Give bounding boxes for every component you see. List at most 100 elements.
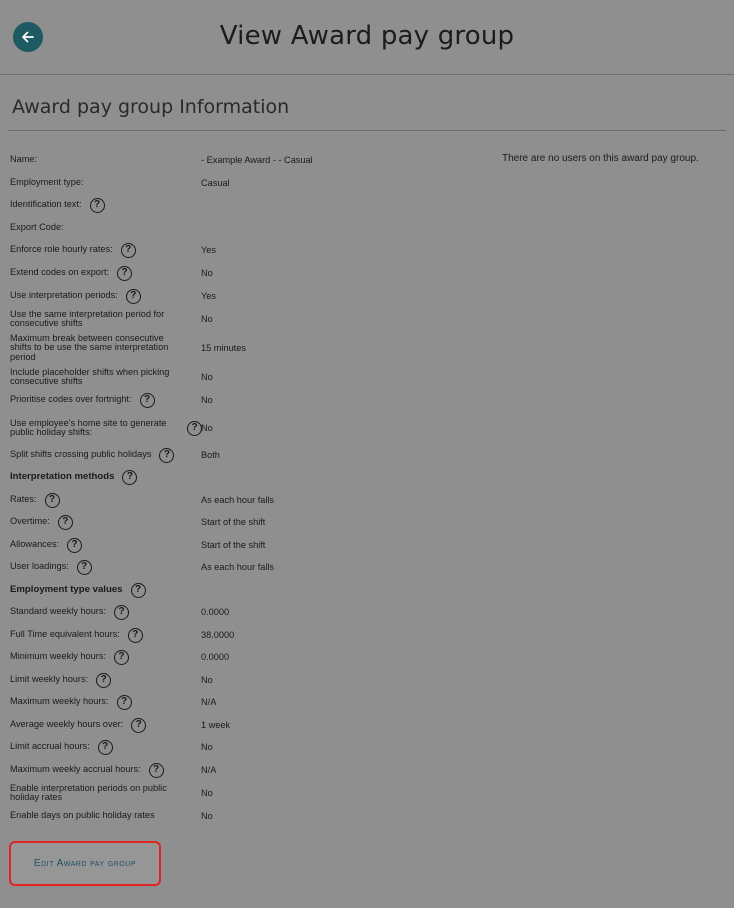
question-circle-icon[interactable]: ? [131, 717, 147, 733]
detail-row: Allowances:? Start of the shift [10, 536, 490, 554]
detail-label-cell: User loadings:? [10, 559, 202, 575]
page-title: View Award pay group [219, 21, 515, 51]
detail-row: Identification text:? [10, 196, 490, 214]
edit-award-pay-group-button[interactable]: Edit Award pay group [9, 841, 161, 886]
detail-label: Maximum break between consecutive shifts… [10, 332, 169, 362]
question-circle-icon[interactable]: ? [96, 672, 112, 688]
detail-value: Both [201, 450, 220, 460]
question-circle-icon[interactable]: ? [122, 469, 138, 485]
detail-row: Export Code: [10, 219, 490, 237]
question-circle-icon[interactable]: ? [159, 447, 175, 463]
detail-row: Enable interpretation periods on public … [10, 782, 490, 803]
detail-row: Include placeholder shifts when picking … [10, 366, 490, 387]
detail-value: - Example Award - - Casual [201, 155, 313, 165]
question-circle-icon[interactable]: ? [187, 420, 202, 436]
detail-label-cell: Use employee's home site to generate pub… [10, 417, 202, 438]
question-circle-icon[interactable]: ? [113, 649, 129, 665]
detail-row: Maximum weekly accrual hours:? N/A [10, 761, 490, 779]
detail-label: Overtime: [10, 516, 50, 527]
detail-label: Enforce role hourly rates: [10, 244, 113, 255]
question-circle-icon[interactable]: ? [120, 242, 136, 258]
question-circle-icon[interactable]: ? [67, 537, 83, 553]
question-circle-icon[interactable]: ? [57, 514, 73, 530]
detail-label-cell: Identification text:? [10, 197, 202, 213]
detail-value: N/A [201, 697, 217, 707]
detail-label: User loadings: [10, 561, 69, 572]
question-circle-icon[interactable]: ? [97, 739, 113, 755]
detail-value: No [201, 372, 213, 382]
detail-label: Include placeholder shifts when picking … [10, 366, 170, 386]
detail-label: Split shifts crossing public holidays [10, 449, 152, 460]
detail-row: Enable days on public holiday rates No [10, 807, 490, 825]
detail-label-cell: Limit weekly hours:? [10, 672, 202, 688]
detail-label-cell: Maximum weekly hours:? [10, 694, 202, 710]
detail-value: 1 week [201, 720, 231, 730]
detail-value: No [201, 423, 213, 433]
detail-label-cell: Enable interpretation periods on public … [10, 782, 202, 803]
detail-label: Use the same interpretation period for c… [10, 308, 165, 328]
detail-label-cell: Use the same interpretation period for c… [10, 308, 202, 329]
detail-label: Name: [10, 154, 38, 165]
detail-label-cell: Enforce role hourly rates:? [10, 242, 202, 258]
detail-row: Employment type values? [10, 581, 490, 599]
detail-row: Rates:? As each hour falls [10, 491, 490, 509]
question-circle-icon[interactable]: ? [130, 582, 146, 598]
question-circle-icon[interactable]: ? [117, 265, 133, 281]
detail-label-cell: Standard weekly hours:? [10, 604, 202, 620]
detail-value: No [201, 314, 213, 324]
detail-label: Full Time equivalent hours: [10, 629, 120, 640]
detail-row: Enforce role hourly rates:? Yes [10, 241, 490, 259]
detail-row: Extend codes on export:? No [10, 264, 490, 282]
detail-value: 38.0000 [201, 630, 235, 640]
section-divider [8, 130, 726, 131]
detail-label: Enable days on public holiday rates [10, 810, 155, 821]
detail-row: Split shifts crossing public holidays? Bo… [10, 446, 490, 464]
detail-row: Use interpretation periods:? Yes [10, 287, 490, 305]
detail-row: Use employee's home site to generate pub… [10, 417, 490, 438]
question-circle-icon[interactable]: ? [127, 627, 143, 643]
question-circle-icon[interactable]: ? [44, 492, 60, 508]
detail-label: Enable interpretation periods on public … [10, 782, 167, 802]
detail-label: Prioritise codes over fortnight: [10, 394, 132, 405]
question-circle-icon[interactable]: ? [116, 694, 132, 710]
question-circle-icon[interactable]: ? [89, 197, 105, 213]
question-circle-icon[interactable]: ? [125, 288, 141, 304]
detail-label-cell: Use interpretation periods:? [10, 288, 202, 304]
question-circle-icon[interactable]: ? [76, 559, 92, 575]
detail-label-cell: Prioritise codes over fortnight:? [10, 392, 202, 408]
detail-label-cell: Extend codes on export:? [10, 265, 202, 281]
detail-value: 15 minutes [201, 343, 246, 353]
detail-label-cell: Name: [10, 155, 202, 165]
detail-label: Use employee's home site to generate pub… [10, 417, 167, 437]
detail-label-cell: Maximum weekly accrual hours:? [10, 762, 202, 778]
detail-row: Average weekly hours over:? 1 week [10, 716, 490, 734]
page-header: View Award pay group [0, 0, 734, 75]
detail-value: Yes [201, 245, 216, 255]
detail-value: No [201, 742, 213, 752]
detail-row: Interpretation methods? [10, 468, 490, 486]
detail-label: Employment type values [10, 584, 123, 596]
detail-row: Employment type: Casual [10, 174, 490, 192]
detail-row: Maximum break between consecutive shifts… [10, 333, 490, 361]
detail-label-cell: Interpretation methods? [10, 469, 202, 485]
detail-label-cell: Average weekly hours over:? [10, 717, 202, 733]
detail-value: 0.0000 [201, 652, 230, 662]
question-circle-icon[interactable]: ? [148, 762, 164, 778]
detail-label-cell: Employment type values? [10, 582, 202, 598]
question-circle-icon[interactable]: ? [114, 604, 130, 620]
detail-label-cell: Minimum weekly hours:? [10, 649, 202, 665]
detail-value: No [201, 268, 213, 278]
detail-value: Yes [201, 291, 216, 301]
detail-label: Limit accrual hours: [10, 741, 90, 752]
detail-value: As each hour falls [201, 495, 275, 505]
detail-row: User loadings:? As each hour falls [10, 558, 490, 576]
detail-label-cell: Allowances:? [10, 537, 202, 553]
detail-row: Limit weekly hours:? No [10, 671, 490, 689]
question-circle-icon[interactable]: ? [139, 392, 155, 408]
detail-value: Start of the shift [201, 540, 266, 550]
detail-row: Minimum weekly hours:? 0.0000 [10, 648, 490, 666]
detail-label-cell: Include placeholder shifts when picking … [10, 366, 202, 387]
detail-value: Casual [201, 178, 230, 188]
detail-label: Identification text: [10, 199, 82, 210]
detail-value: No [201, 811, 213, 821]
